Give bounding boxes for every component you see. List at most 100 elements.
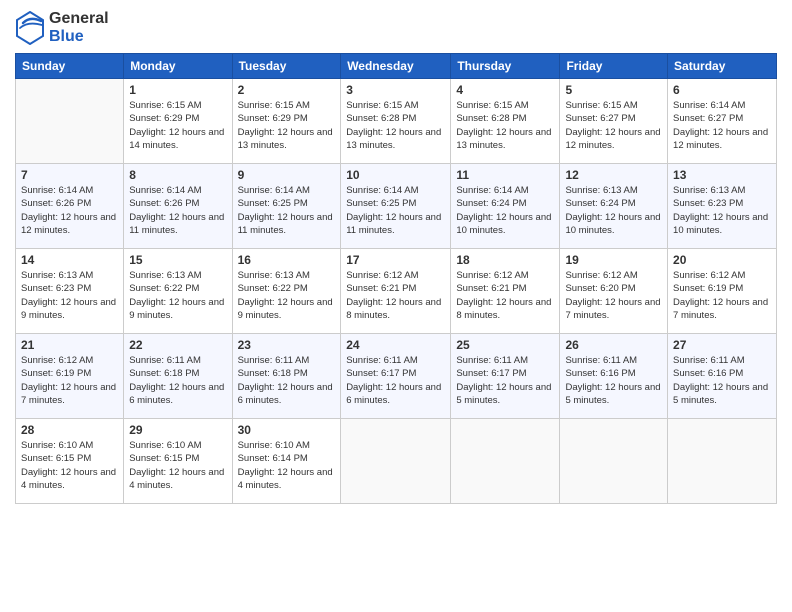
calendar-cell: 28 Sunrise: 6:10 AMSunset: 6:15 PMDayligh… [16,419,124,504]
calendar: SundayMondayTuesdayWednesdayThursdayFrid… [15,53,777,504]
calendar-cell: 30 Sunrise: 6:10 AMSunset: 6:14 PMDayligh… [232,419,341,504]
calendar-cell: 8 Sunrise: 6:14 AMSunset: 6:26 PMDaylight… [124,164,232,249]
day-info: Sunrise: 6:13 AMSunset: 6:22 PMDaylight:… [129,269,226,322]
calendar-header-wednesday: Wednesday [341,54,451,79]
calendar-cell: 2 Sunrise: 6:15 AMSunset: 6:29 PMDaylight… [232,79,341,164]
day-info: Sunrise: 6:13 AMSunset: 6:23 PMDaylight:… [673,184,771,237]
day-number: 18 [456,253,554,267]
day-number: 24 [346,338,445,352]
day-number: 29 [129,423,226,437]
day-info: Sunrise: 6:15 AMSunset: 6:29 PMDaylight:… [129,99,226,152]
calendar-cell: 29 Sunrise: 6:10 AMSunset: 6:15 PMDayligh… [124,419,232,504]
day-info: Sunrise: 6:12 AMSunset: 6:21 PMDaylight:… [456,269,554,322]
calendar-cell: 12Sunrise: 6:13 AMSunset: 6:24 PMDayligh… [560,164,668,249]
header: General Blue [15,10,777,45]
day-info: Sunrise: 6:14 AMSunset: 6:27 PMDaylight:… [673,99,771,152]
calendar-header-sunday: Sunday [16,54,124,79]
logo-blue: Blue [49,28,84,45]
day-number: 28 [21,423,118,437]
calendar-week-4: 28 Sunrise: 6:10 AMSunset: 6:15 PMDayligh… [16,419,777,504]
day-info: Sunrise: 6:15 AMSunset: 6:27 PMDaylight:… [565,99,662,152]
calendar-cell: 24Sunrise: 6:11 AMSunset: 6:17 PMDayligh… [341,334,451,419]
calendar-header-tuesday: Tuesday [232,54,341,79]
day-number: 9 [238,168,336,182]
day-number: 27 [673,338,771,352]
calendar-cell: 5Sunrise: 6:15 AMSunset: 6:27 PMDaylight… [560,79,668,164]
day-info: Sunrise: 6:11 AMSunset: 6:18 PMDaylight:… [129,354,226,407]
logo-general: General [49,10,109,27]
calendar-cell: 20Sunrise: 6:12 AMSunset: 6:19 PMDayligh… [668,249,777,334]
day-info: Sunrise: 6:11 AMSunset: 6:16 PMDaylight:… [565,354,662,407]
day-number: 15 [129,253,226,267]
calendar-week-2: 14 Sunrise: 6:13 AMSunset: 6:23 PMDayligh… [16,249,777,334]
calendar-cell: 10 Sunrise: 6:14 AMSunset: 6:25 PMDayligh… [341,164,451,249]
logo-svg [15,11,45,45]
day-number: 16 [238,253,336,267]
calendar-cell: 4Sunrise: 6:15 AMSunset: 6:28 PMDaylight… [451,79,560,164]
day-info: Sunrise: 6:14 AMSunset: 6:24 PMDaylight:… [456,184,554,237]
day-number: 7 [21,168,118,182]
calendar-cell: 17 Sunrise: 6:12 AMSunset: 6:21 PMDayligh… [341,249,451,334]
day-info: Sunrise: 6:13 AMSunset: 6:23 PMDaylight:… [21,269,118,322]
calendar-cell: 16 Sunrise: 6:13 AMSunset: 6:22 PMDayligh… [232,249,341,334]
day-number: 23 [238,338,336,352]
day-number: 30 [238,423,336,437]
day-number: 13 [673,168,771,182]
logo: General Blue [15,10,109,45]
calendar-cell: 11 Sunrise: 6:14 AMSunset: 6:24 PMDayligh… [451,164,560,249]
calendar-header-saturday: Saturday [668,54,777,79]
day-info: Sunrise: 6:14 AMSunset: 6:25 PMDaylight:… [238,184,336,237]
calendar-header-friday: Friday [560,54,668,79]
day-number: 10 [346,168,445,182]
calendar-cell: 22 Sunrise: 6:11 AMSunset: 6:18 PMDayligh… [124,334,232,419]
day-number: 3 [346,83,445,97]
calendar-cell: 1 Sunrise: 6:15 AMSunset: 6:29 PMDaylight… [124,79,232,164]
day-info: Sunrise: 6:15 AMSunset: 6:28 PMDaylight:… [456,99,554,152]
calendar-cell: 21 Sunrise: 6:12 AMSunset: 6:19 PMDayligh… [16,334,124,419]
calendar-cell: 3 Sunrise: 6:15 AMSunset: 6:28 PMDaylight… [341,79,451,164]
day-number: 2 [238,83,336,97]
logo-text: General Blue [49,10,109,45]
calendar-cell [16,79,124,164]
day-info: Sunrise: 6:15 AMSunset: 6:29 PMDaylight:… [238,99,336,152]
day-number: 14 [21,253,118,267]
day-info: Sunrise: 6:10 AMSunset: 6:15 PMDaylight:… [21,439,118,492]
calendar-cell: 9 Sunrise: 6:14 AMSunset: 6:25 PMDaylight… [232,164,341,249]
day-info: Sunrise: 6:10 AMSunset: 6:14 PMDaylight:… [238,439,336,492]
calendar-cell: 13 Sunrise: 6:13 AMSunset: 6:23 PMDayligh… [668,164,777,249]
day-number: 22 [129,338,226,352]
calendar-week-3: 21 Sunrise: 6:12 AMSunset: 6:19 PMDayligh… [16,334,777,419]
calendar-cell: 18 Sunrise: 6:12 AMSunset: 6:21 PMDayligh… [451,249,560,334]
calendar-cell: 23 Sunrise: 6:11 AMSunset: 6:18 PMDayligh… [232,334,341,419]
day-number: 11 [456,168,554,182]
day-number: 17 [346,253,445,267]
day-number: 1 [129,83,226,97]
day-number: 21 [21,338,118,352]
day-info: Sunrise: 6:11 AMSunset: 6:16 PMDaylight:… [673,354,771,407]
day-info: Sunrise: 6:15 AMSunset: 6:28 PMDaylight:… [346,99,445,152]
day-info: Sunrise: 6:13 AMSunset: 6:22 PMDaylight:… [238,269,336,322]
day-info: Sunrise: 6:14 AMSunset: 6:26 PMDaylight:… [129,184,226,237]
day-info: Sunrise: 6:12 AMSunset: 6:21 PMDaylight:… [346,269,445,322]
day-info: Sunrise: 6:14 AMSunset: 6:25 PMDaylight:… [346,184,445,237]
calendar-header-row: SundayMondayTuesdayWednesdayThursdayFrid… [16,54,777,79]
day-info: Sunrise: 6:12 AMSunset: 6:19 PMDaylight:… [21,354,118,407]
calendar-cell: 6 Sunrise: 6:14 AMSunset: 6:27 PMDaylight… [668,79,777,164]
day-info: Sunrise: 6:10 AMSunset: 6:15 PMDaylight:… [129,439,226,492]
calendar-cell [341,419,451,504]
day-number: 6 [673,83,771,97]
calendar-cell: 14 Sunrise: 6:13 AMSunset: 6:23 PMDayligh… [16,249,124,334]
day-number: 20 [673,253,771,267]
day-info: Sunrise: 6:11 AMSunset: 6:18 PMDaylight:… [238,354,336,407]
calendar-week-1: 7 Sunrise: 6:14 AMSunset: 6:26 PMDaylight… [16,164,777,249]
day-info: Sunrise: 6:14 AMSunset: 6:26 PMDaylight:… [21,184,118,237]
day-number: 8 [129,168,226,182]
calendar-week-0: 1 Sunrise: 6:15 AMSunset: 6:29 PMDaylight… [16,79,777,164]
day-number: 26 [565,338,662,352]
calendar-cell: 27 Sunrise: 6:11 AMSunset: 6:16 PMDayligh… [668,334,777,419]
page: General Blue SundayMondayTuesdayWednesda… [0,0,792,612]
calendar-cell: 26 Sunrise: 6:11 AMSunset: 6:16 PMDayligh… [560,334,668,419]
calendar-cell: 19Sunrise: 6:12 AMSunset: 6:20 PMDayligh… [560,249,668,334]
day-number: 12 [565,168,662,182]
calendar-cell: 25Sunrise: 6:11 AMSunset: 6:17 PMDayligh… [451,334,560,419]
